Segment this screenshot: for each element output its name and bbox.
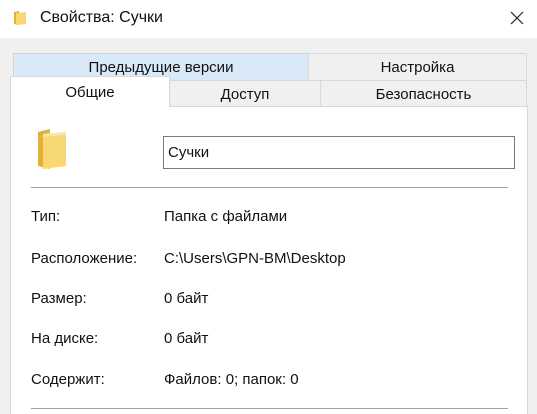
contains-value: Файлов: 0; папок: 0	[164, 371, 299, 388]
tab-label: Общие	[65, 83, 115, 101]
folder-name-input[interactable]	[163, 136, 515, 169]
size-value: 0 байт	[164, 290, 209, 307]
folder-icon	[38, 129, 66, 169]
window-title: Свойства: Сучки	[40, 9, 163, 26]
size-on-disk-value: 0 байт	[164, 330, 209, 347]
tab-sharing[interactable]: Доступ	[169, 80, 321, 107]
contains-label: Содержит:	[31, 371, 105, 388]
title-bar: Свойства: Сучки	[0, 0, 537, 38]
divider	[31, 187, 508, 188]
tab-label: Настройка	[380, 58, 455, 76]
location-value: C:\Users\GPN-BM\Desktop	[164, 250, 346, 267]
type-label: Тип:	[31, 208, 61, 225]
location-label: Расположение:	[31, 250, 138, 267]
tab-general[interactable]: Общие	[10, 76, 170, 107]
tab-security[interactable]: Безопасность	[320, 80, 527, 107]
size-on-disk-label: На диске:	[31, 330, 99, 347]
tab-label: Предыдущие версии	[88, 58, 234, 76]
folder-icon	[14, 11, 26, 25]
size-label: Размер:	[31, 290, 87, 307]
close-button[interactable]	[497, 0, 537, 36]
tab-customize[interactable]: Настройка	[308, 53, 527, 80]
divider	[31, 408, 508, 409]
type-value: Папка с файлами	[164, 208, 288, 225]
tab-label: Безопасность	[375, 85, 472, 103]
close-icon	[510, 11, 524, 25]
properties-dialog: Свойства: Сучки Предыдущие версии Настро…	[0, 0, 537, 414]
tab-label: Доступ	[220, 85, 270, 103]
